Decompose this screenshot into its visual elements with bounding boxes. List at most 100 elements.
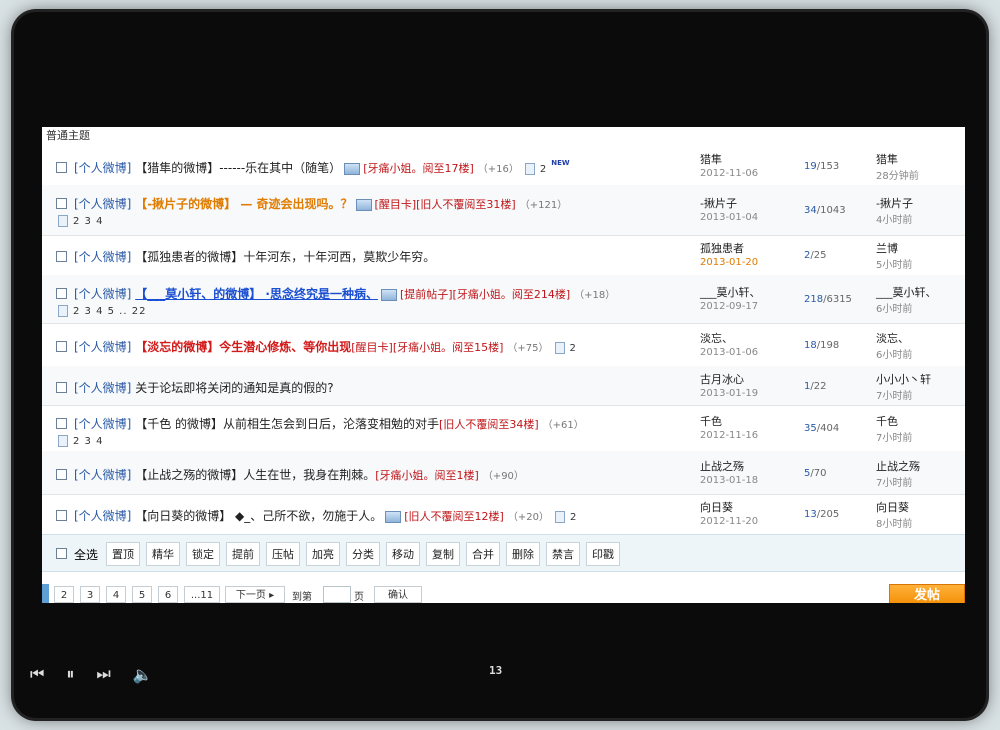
thread-category-link[interactable]: [个人微博] <box>74 197 131 211</box>
thread-page-link[interactable]: 2 <box>570 343 577 354</box>
thread-author[interactable]: 止战之殇 <box>700 458 744 474</box>
page-2-button[interactable]: 2 <box>54 586 74 603</box>
page-6-button[interactable]: 6 <box>158 586 178 603</box>
last-post-time[interactable]: 7小时前 <box>876 429 912 444</box>
pause-icon[interactable]: ⏸ <box>66 664 74 684</box>
last-poster[interactable]: 淡忘、 <box>876 330 909 346</box>
confirm-button[interactable]: 确认 <box>374 586 422 603</box>
thread-author[interactable]: 猎隼 <box>700 151 722 167</box>
post-button[interactable]: 发帖 <box>889 584 965 603</box>
last-poster[interactable]: ___莫小轩、 <box>876 284 937 300</box>
thread-row[interactable]: [个人微博] 【淡忘的微博】今生潜心修炼、等你出现[醒目卡][牙痛小姐。阅至15… <box>42 323 965 367</box>
page-3-button[interactable]: 3 <box>80 586 100 603</box>
thread-category-link[interactable]: [个人微博] <box>74 250 131 264</box>
thread-checkbox[interactable] <box>56 418 67 429</box>
thread-title-link[interactable]: 【千色 的微博】从前相生怎会到日后，沦落变相勉的对手 <box>135 417 439 431</box>
thread-checkbox[interactable] <box>56 198 67 209</box>
thread-title-link[interactable]: 【___莫小轩、的微博】 ·思念终究是一种病、 <box>135 287 378 301</box>
page-5-button[interactable]: 5 <box>132 586 152 603</box>
thread-page-link[interactable]: 2 <box>540 164 547 175</box>
last-poster[interactable]: 千色 <box>876 413 898 429</box>
last-post-time[interactable]: 7小时前 <box>876 474 912 489</box>
thread-title-link[interactable]: 【猎隼的微博】------乐在其中（随笔） <box>135 161 341 175</box>
thread-checkbox[interactable] <box>56 382 67 393</box>
thread-page-links[interactable]: 2 3 4 <box>73 436 103 447</box>
thread-row[interactable]: [个人微博] 关于论坛即将关闭的通知是真的假的? 古月冰心 2013-01-19 1/… <box>42 366 965 406</box>
thread-category-link[interactable]: [个人微博] <box>74 161 131 175</box>
thread-category-link[interactable]: [个人微博] <box>74 340 131 354</box>
last-poster[interactable]: 止战之殇 <box>876 458 920 474</box>
thread-author[interactable]: ___莫小轩、 <box>700 284 761 300</box>
mod-button[interactable]: 精华 <box>146 542 180 566</box>
thread-row[interactable]: [个人微博] 【猎隼的微博】------乐在其中（随笔） [牙痛小姐。阅至17楼]… <box>42 147 965 186</box>
thread-checkbox[interactable] <box>56 288 67 299</box>
page-4-button[interactable]: 4 <box>106 586 126 603</box>
thread-title-link[interactable]: 【-揪片子的微博】 — 奇迹会出现吗。？ <box>135 197 352 211</box>
last-post-time[interactable]: 28分钟前 <box>876 167 919 182</box>
volume-icon[interactable]: 🔈 <box>133 665 153 684</box>
thread-checkbox[interactable] <box>56 510 67 521</box>
last-poster[interactable]: 猎隼 <box>876 151 898 167</box>
thread-checkbox[interactable] <box>56 341 67 352</box>
next-icon[interactable]: ⏭ <box>96 664 110 684</box>
last-post-time[interactable]: 6小时前 <box>876 300 912 315</box>
last-post-time[interactable]: 8小时前 <box>876 515 912 530</box>
thread-tag: [醒目卡] <box>351 341 393 354</box>
thread-row[interactable]: [个人微博] 【向日葵的微博】 ◆_、己所不欲，勿施于人。 [旧人不覆阅至12楼]… <box>42 494 965 535</box>
last-poster[interactable]: 兰博 <box>876 240 898 256</box>
view-count: /404 <box>816 423 840 434</box>
thread-category-link[interactable]: [个人微博] <box>74 417 131 431</box>
thread-title-link[interactable]: 关于论坛即将关闭的通知是真的假的? <box>135 381 333 395</box>
thread-author[interactable]: -揪片子 <box>700 195 737 211</box>
mod-button[interactable]: 加亮 <box>306 542 340 566</box>
select-all-checkbox[interactable] <box>56 548 67 559</box>
last-post-time[interactable]: 5小时前 <box>876 256 912 271</box>
thread-row[interactable]: [个人微博] 【孤独患者的微博】十年河东，十年河西，莫欺少年穷。 孤独患者 2013… <box>42 235 965 276</box>
thread-row[interactable]: [个人微博] 【-揪片子的微博】 — 奇迹会出现吗。？ [醒目卡][旧人不覆阅至3… <box>42 185 965 236</box>
thread-category-link[interactable]: [个人微博] <box>74 287 131 301</box>
thread-page-link[interactable]: 2 <box>570 512 577 523</box>
last-post-time[interactable]: 4小时前 <box>876 211 912 226</box>
last-post-time[interactable]: 6小时前 <box>876 346 912 361</box>
mod-button[interactable]: 锁定 <box>186 542 220 566</box>
thread-author[interactable]: 向日葵 <box>700 499 733 515</box>
thread-author[interactable]: 淡忘、 <box>700 330 733 346</box>
mod-button[interactable]: 压帖 <box>266 542 300 566</box>
page-number-input[interactable] <box>323 586 351 603</box>
thread-title-link[interactable]: 【孤独患者的微博】十年河东，十年河西，莫欺少年穷。 <box>135 250 435 264</box>
last-poster[interactable]: 向日葵 <box>876 499 909 515</box>
mod-button[interactable]: 提前 <box>226 542 260 566</box>
previous-icon[interactable]: ⏮ <box>30 664 44 684</box>
thread-title-link[interactable]: 【止战之殇的微博】人生在世，我身在荆棘。 <box>135 468 375 482</box>
last-poster[interactable]: 小小小丶轩 <box>876 371 931 387</box>
thread-page-links[interactable]: 2 3 4 <box>73 216 103 227</box>
thread-author[interactable]: 古月冰心 <box>700 371 744 387</box>
mod-button[interactable]: 分类 <box>346 542 380 566</box>
last-poster[interactable]: -揪片子 <box>876 195 913 211</box>
next-page-button[interactable]: 下一页 ▸ <box>225 586 285 603</box>
thread-category-link[interactable]: [个人微博] <box>74 468 131 482</box>
mod-button[interactable]: 禁言 <box>546 542 580 566</box>
thread-checkbox[interactable] <box>56 251 67 262</box>
mod-button[interactable]: 合并 <box>466 542 500 566</box>
thread-author[interactable]: 千色 <box>700 413 722 429</box>
thread-category-link[interactable]: [个人微博] <box>74 509 131 523</box>
thread-title-link[interactable]: 【淡忘的微博】今生潜心修炼、等你出现 <box>135 340 351 354</box>
thread-category-link[interactable]: [个人微博] <box>74 381 131 395</box>
mod-button[interactable]: 移动 <box>386 542 420 566</box>
thread-author[interactable]: 孤独患者 <box>700 240 744 256</box>
thread-page-links[interactable]: 2 3 4 5 .. 22 <box>73 306 146 317</box>
mod-button[interactable]: 删除 <box>506 542 540 566</box>
thread-checkbox[interactable] <box>56 162 67 173</box>
mod-button[interactable]: 印戳 <box>586 542 620 566</box>
last-post-time[interactable]: 7小时前 <box>876 387 912 402</box>
page-11-button[interactable]: ...11 <box>184 586 220 603</box>
thread-row[interactable]: [个人微博] 【止战之殇的微博】人生在世，我身在荆棘。[牙痛小姐。阅至1楼] （+… <box>42 451 965 495</box>
thread-row[interactable]: [个人微博] 【千色 的微博】从前相生怎会到日后，沦落变相勉的对手[旧人不覆阅至… <box>42 405 965 452</box>
thread-subject: [个人微博] 【-揪片子的微博】 — 奇迹会出现吗。？ [醒目卡][旧人不覆阅至3… <box>74 195 567 212</box>
thread-checkbox[interactable] <box>56 469 67 480</box>
thread-title-link[interactable]: 【向日葵的微博】 ◆_、己所不欲，勿施于人。 <box>135 509 382 523</box>
mod-button[interactable]: 复制 <box>426 542 460 566</box>
mod-button[interactable]: 置顶 <box>106 542 140 566</box>
thread-row[interactable]: [个人微博] 【___莫小轩、的微博】 ·思念终究是一种病、 [提前帖子][牙痛小… <box>42 275 965 324</box>
